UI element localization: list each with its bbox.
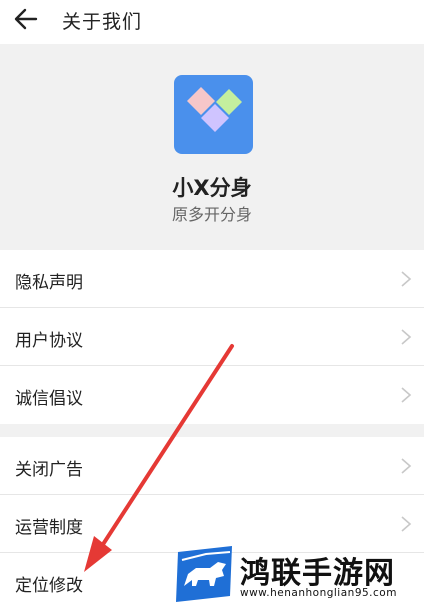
settings-group-1: 隐私声明 用户协议 诚信倡议 <box>0 250 424 424</box>
menu-item-user-agreement[interactable]: 用户协议 <box>0 308 424 366</box>
bull-logo-icon <box>176 546 232 602</box>
menu-item-label: 诚信倡议 <box>15 389 83 409</box>
app-name: 小X分身 <box>172 176 252 200</box>
top-bar: 关于我们 <box>0 0 424 44</box>
watermark-title: 鸿联手游网 <box>240 556 395 591</box>
chevron-right-icon <box>401 329 412 345</box>
watermark: 鸿联手游网 www.henanhonglian95.com <box>176 546 416 602</box>
back-arrow-icon[interactable] <box>10 4 42 34</box>
menu-item-label: 关闭广告 <box>15 460 83 480</box>
menu-item-integrity[interactable]: 诚信倡议 <box>0 366 424 424</box>
chevron-right-icon <box>401 271 412 287</box>
chevron-right-icon <box>401 387 412 403</box>
menu-item-privacy[interactable]: 隐私声明 <box>0 250 424 308</box>
menu-item-label: 定位修改 <box>15 576 83 596</box>
menu-item-label: 用户协议 <box>15 331 83 351</box>
menu-item-label: 隐私声明 <box>15 273 83 293</box>
watermark-url: www.henanhonglian95.com <box>240 587 397 599</box>
menu-item-close-ads[interactable]: 关闭广告 <box>0 437 424 495</box>
chevron-right-icon <box>401 516 412 532</box>
menu-item-operation-rules[interactable]: 运营制度 <box>0 495 424 553</box>
chevron-right-icon <box>401 458 412 474</box>
page-title: 关于我们 <box>62 11 143 33</box>
menu-item-label: 运营制度 <box>15 518 83 538</box>
app-subtitle: 原多开分身 <box>171 205 252 224</box>
app-info-section: 小X分身 原多开分身 <box>0 44 424 250</box>
app-logo-icon <box>174 75 253 154</box>
